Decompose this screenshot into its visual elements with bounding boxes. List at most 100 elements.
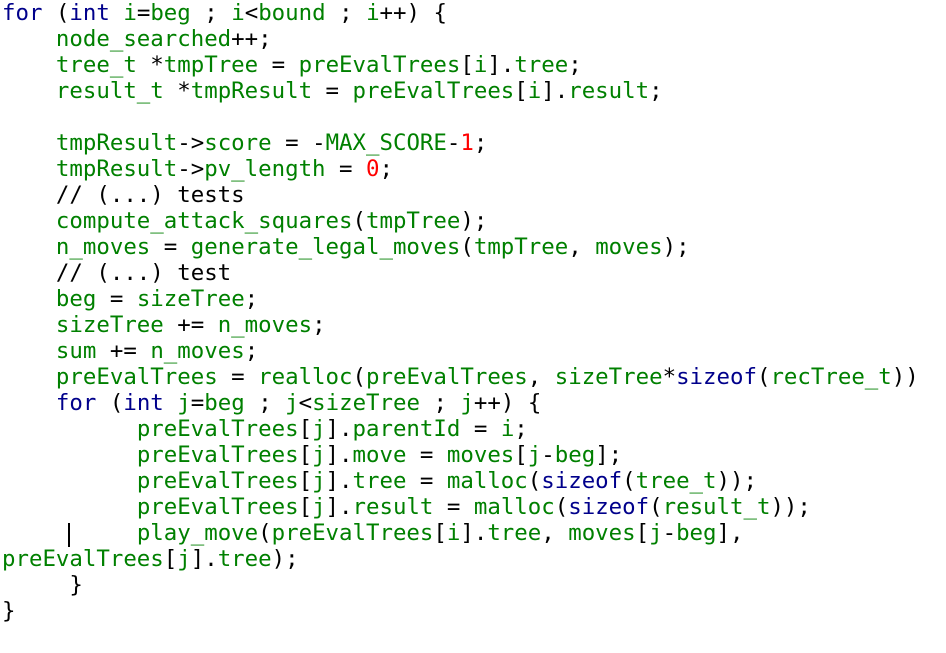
code-line[interactable]: preEvalTrees[j].tree); — [2, 546, 299, 572]
keyword-token: sizeof — [568, 494, 650, 520]
code-line[interactable]: sizeTree += n_moves; — [2, 312, 326, 338]
punctuation-token: - — [662, 520, 677, 546]
punctuation-token: [ — [433, 520, 447, 546]
code-line[interactable]: for (int j=beg ; j<sizeTree ; j++) { — [2, 390, 541, 416]
identifier-token: j — [312, 442, 326, 468]
code-line[interactable]: preEvalTrees[j].move = moves[j-beg]; — [2, 442, 622, 468]
punctuation-token: ]. — [487, 52, 515, 78]
code-line[interactable]: } — [2, 598, 15, 624]
code-line[interactable]: preEvalTrees[j].tree = malloc(sizeof(tre… — [2, 468, 757, 494]
code-line[interactable]: beg = sizeTree; — [2, 286, 258, 312]
punctuation-token: = — [190, 390, 205, 416]
punctuation-token: ]. — [325, 468, 353, 494]
code-line[interactable]: play_move(preEvalTrees[i].tree, moves[j-… — [2, 520, 744, 546]
punctuation-token: -> — [177, 156, 205, 182]
identifier-token: beg — [150, 0, 191, 26]
code-line[interactable]: for (int i=beg ; i<bound ; i++) { — [2, 0, 447, 26]
code-line[interactable]: tmpResult->pv_length = 0; — [2, 156, 393, 182]
code-line[interactable]: node_searched++; — [2, 26, 272, 52]
code-line[interactable]: tree_t *tmpTree = preEvalTrees[i].tree; — [2, 52, 582, 78]
identifier-token: moves — [568, 520, 636, 546]
code-line[interactable]: preEvalTrees[j].parentId = i; — [2, 416, 528, 442]
identifier-token: preEvalTrees — [136, 416, 299, 442]
punctuation-token: = — [325, 78, 340, 104]
identifier-token: sizeTree — [136, 286, 245, 312]
code-editor[interactable]: for (int i=beg ; i<bound ; i++) { node_s… — [2, 0, 946, 653]
punctuation-token: ]; — [595, 442, 623, 468]
identifier-token: preEvalTrees — [298, 52, 461, 78]
identifier-token: preEvalTrees — [55, 364, 218, 390]
punctuation-token: * — [177, 78, 191, 104]
punctuation-token: < — [244, 0, 259, 26]
identifier-token: beg — [554, 442, 596, 468]
identifier-token: n_moves — [150, 338, 245, 364]
punctuation-token: ); — [460, 208, 488, 234]
punctuation-token: ; — [473, 130, 488, 156]
code-line[interactable]: // (...) test — [2, 260, 231, 286]
comment-token: // (...) test — [55, 260, 232, 286]
identifier-token: tmpResult — [55, 156, 178, 182]
identifier-token: preEvalTrees — [136, 442, 299, 468]
punctuation-token: ++; — [231, 26, 272, 52]
punctuation-token: * — [662, 364, 677, 390]
code-line[interactable]: preEvalTrees = realloc(preEvalTrees, siz… — [2, 364, 919, 390]
punctuation-token: ; — [244, 286, 259, 312]
identifier-token: move — [352, 442, 407, 468]
identifier-token: j — [312, 494, 326, 520]
punctuation-token: [ — [514, 442, 528, 468]
keyword-token: sizeof — [541, 468, 623, 494]
identifier-token: sizeTree — [554, 364, 663, 390]
punctuation-token: ( — [756, 364, 771, 390]
identifier-token: tree_t — [635, 468, 717, 494]
identifier-token: moves — [446, 442, 515, 468]
punctuation-token: = — [231, 364, 245, 390]
punctuation-token: ( — [460, 234, 474, 260]
code-line[interactable]: // (...) tests — [2, 182, 245, 208]
code-line[interactable]: preEvalTrees[j].result = malloc(sizeof(r… — [2, 494, 811, 520]
punctuation-token: ++) { — [473, 390, 542, 416]
punctuation-token: )); — [716, 468, 757, 494]
identifier-token: malloc — [473, 494, 555, 520]
number-literal-token: 1 — [460, 130, 474, 156]
punctuation-token: )) — [891, 364, 919, 390]
code-line[interactable]: } — [2, 572, 83, 598]
identifier-token: i — [366, 0, 380, 26]
punctuation-token: } — [69, 572, 83, 598]
identifier-token: tree — [217, 546, 272, 572]
punctuation-token: -> — [177, 130, 205, 156]
code-line[interactable]: n_moves = generate_legal_moves(tmpTree, … — [2, 234, 690, 260]
punctuation-token: , — [568, 234, 582, 260]
punctuation-token: = — [446, 494, 461, 520]
punctuation-token: ]. — [541, 78, 569, 104]
punctuation-token: ; — [568, 52, 582, 78]
identifier-token: i — [123, 0, 137, 26]
code-line[interactable]: tmpResult->score = -MAX_SCORE-1; — [2, 130, 487, 156]
code-line[interactable]: compute_attack_squares(tmpTree); — [2, 208, 487, 234]
punctuation-token: ( — [622, 468, 636, 494]
keyword-token: int — [69, 0, 110, 26]
punctuation-token: [ — [635, 520, 650, 546]
identifier-token: result_t — [662, 494, 771, 520]
identifier-token: pv_length — [204, 156, 326, 182]
punctuation-token: = — [109, 286, 124, 312]
code-line[interactable]: sum += n_moves; — [2, 338, 258, 364]
code-line[interactable]: result_t *tmpResult = preEvalTrees[i].re… — [2, 78, 663, 104]
identifier-token: play_move — [136, 520, 259, 546]
